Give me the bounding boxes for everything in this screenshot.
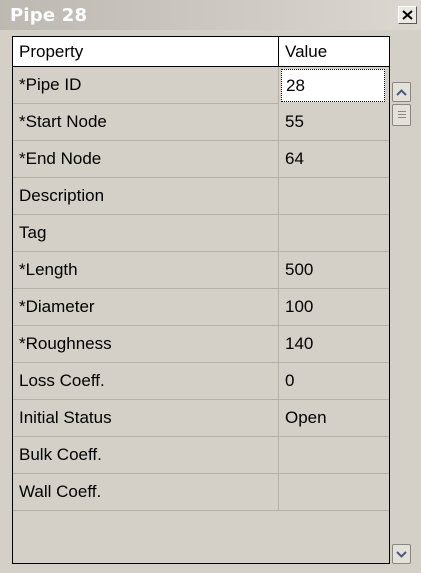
close-icon (402, 10, 413, 20)
table-row[interactable]: *Length 500 (13, 252, 389, 289)
property-value[interactable]: 0 (279, 363, 389, 400)
property-name: Description (13, 178, 279, 215)
property-value[interactable]: 64 (279, 141, 389, 178)
table-row[interactable]: Description (13, 178, 389, 215)
window-title: Pipe 28 (10, 5, 88, 26)
property-name: Loss Coeff. (13, 363, 279, 400)
property-name: *Roughness (13, 326, 279, 363)
property-grid: Property Value *Pipe ID 28 *Start Node 5… (12, 36, 390, 564)
column-header-property: Property (13, 37, 279, 67)
table-row[interactable]: *Diameter 100 (13, 289, 389, 326)
property-name: Wall Coeff. (13, 474, 279, 511)
table-row[interactable]: *Start Node 55 (13, 104, 389, 141)
column-header-value: Value (279, 37, 389, 67)
property-name: *Pipe ID (13, 67, 279, 104)
table-row[interactable]: *Pipe ID 28 (13, 67, 389, 104)
table-row[interactable]: Bulk Coeff. (13, 437, 389, 474)
table-row[interactable]: *End Node 64 (13, 141, 389, 178)
property-name: Bulk Coeff. (13, 437, 279, 474)
table-row[interactable]: Wall Coeff. (13, 474, 389, 511)
table-row[interactable]: *Roughness 140 (13, 326, 389, 363)
property-value[interactable] (279, 437, 389, 474)
scrollbar-thumb[interactable] (392, 104, 411, 126)
property-value[interactable]: 500 (279, 252, 389, 289)
table-row[interactable]: Tag (13, 215, 389, 252)
property-name: *End Node (13, 141, 279, 178)
property-value[interactable] (279, 215, 389, 252)
pipe-property-editor: Pipe 28 Property Value *Pipe ID 28 *Star… (0, 0, 421, 573)
property-value[interactable]: 55 (279, 104, 389, 141)
scroll-up-button[interactable] (392, 82, 411, 102)
property-value-input[interactable]: 28 (281, 69, 385, 102)
property-value[interactable]: 140 (279, 326, 389, 363)
scroll-down-button[interactable] (392, 544, 411, 564)
property-value[interactable] (279, 474, 389, 511)
property-value[interactable] (279, 178, 389, 215)
property-grid-container: Property Value *Pipe ID 28 *Start Node 5… (12, 36, 412, 564)
scroll-up-icon (396, 83, 407, 101)
property-name: *Diameter (13, 289, 279, 326)
property-value[interactable]: Open (279, 400, 389, 437)
property-name: *Start Node (13, 104, 279, 141)
table-row[interactable]: Initial Status Open (13, 400, 389, 437)
vertical-scrollbar[interactable] (392, 82, 412, 564)
close-button[interactable] (398, 6, 417, 24)
property-name: *Length (13, 252, 279, 289)
property-value[interactable]: 100 (279, 289, 389, 326)
table-row[interactable]: Loss Coeff. 0 (13, 363, 389, 400)
property-name: Initial Status (13, 400, 279, 437)
property-name: Tag (13, 215, 279, 252)
title-bar[interactable]: Pipe 28 (0, 0, 421, 30)
scroll-down-icon (396, 545, 407, 563)
